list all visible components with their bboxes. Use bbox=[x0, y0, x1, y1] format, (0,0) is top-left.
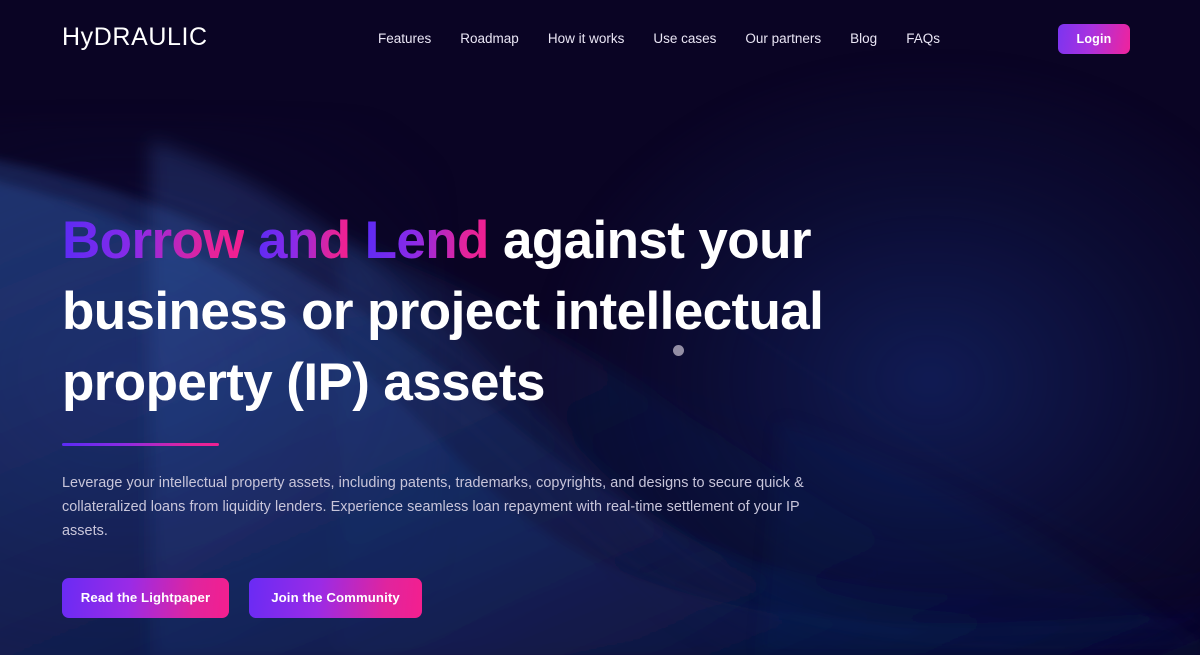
brand-logo[interactable]: HyDRAULIC bbox=[62, 25, 208, 50]
hero-subtext: Leverage your intellectual property asse… bbox=[62, 475, 804, 540]
nav-item-our-partners[interactable]: Our partners bbox=[731, 31, 836, 47]
login-button[interactable]: Login bbox=[1058, 24, 1130, 54]
nav-item-faqs[interactable]: FAQs bbox=[892, 31, 955, 47]
read-lightpaper-button[interactable]: Read the Lightpaper bbox=[62, 577, 229, 618]
landing-page: HyDRAULIC Features Roadmap How it works … bbox=[0, 0, 1200, 655]
nav-item-how-it-works[interactable]: How it works bbox=[533, 31, 639, 47]
hero-headline-highlight-word-2: and bbox=[258, 211, 351, 270]
nav-item-use-cases[interactable]: Use cases bbox=[639, 31, 731, 47]
hero-section: Borrow and Lend against your business or… bbox=[62, 205, 882, 618]
join-community-button[interactable]: Join the Community bbox=[249, 577, 422, 618]
nav-item-blog[interactable]: Blog bbox=[836, 31, 892, 47]
nav-item-roadmap[interactable]: Roadmap bbox=[446, 31, 534, 47]
hero-headline-highlight-word-1: Borrow bbox=[62, 211, 245, 270]
hero-headline: Borrow and Lend against your business or… bbox=[62, 205, 852, 418]
hero-headline-highlight-word-3: Lend bbox=[364, 211, 490, 270]
site-header: HyDRAULIC Features Roadmap How it works … bbox=[0, 0, 1200, 78]
hero-accent-divider bbox=[62, 443, 219, 446]
nav-item-features[interactable]: Features bbox=[378, 31, 446, 47]
hero-cta-row: Read the Lightpaper Join the Community bbox=[62, 577, 882, 618]
main-navigation: Features Roadmap How it works Use cases … bbox=[378, 31, 954, 47]
cursor-pointer-dot bbox=[673, 345, 684, 356]
